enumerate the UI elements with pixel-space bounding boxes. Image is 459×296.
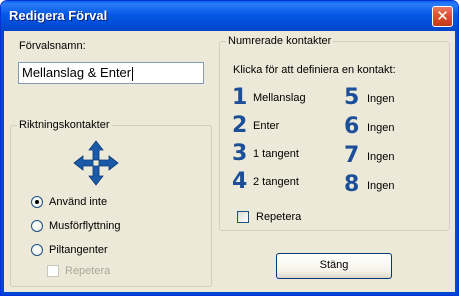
dialog-window: Redigera Förval ✕ Förvalsnamn: Mellansla… [0,0,459,296]
contact-label-4[interactable]: 2 tangent [253,176,299,188]
radio-use-none[interactable] [31,196,43,208]
text-caret [132,66,134,81]
radio-arrow-keys-label[interactable]: Piltangenter [49,244,108,256]
preset-name-label: Förvalsnamn: [19,40,86,52]
contact-label-7[interactable]: Ingen [367,151,395,163]
close-icon: ✕ [436,7,449,25]
close-button[interactable]: Stäng [276,253,392,279]
radio-mouse-move-label[interactable]: Musförflyttning [49,220,121,232]
direction-contacts-legend: Riktningskontakter [17,119,112,131]
preset-name-value: Mellanslag & Enter [22,65,132,80]
radio-arrow-keys[interactable] [31,244,43,256]
close-button-label: Stäng [319,259,349,271]
radio-use-none-label[interactable]: Använd inte [49,196,107,208]
direction-repeat-label: Repetera [65,265,111,277]
window-title: Redigera Förval [9,8,108,23]
contact-label-3[interactable]: 1 tangent [253,148,299,160]
contact-label-8[interactable]: Ingen [367,180,395,192]
contact-label-6[interactable]: Ingen [367,122,395,134]
direction-contacts-group: Riktningskontakter Använd inte Musförfly… [10,119,212,287]
numbered-repeat-checkbox[interactable] [237,211,249,223]
numbered-contacts-legend: Numrerade kontakter [226,35,334,47]
direction-repeat-checkbox[interactable] [47,265,59,277]
contact-number-1[interactable]: 1 [232,87,247,109]
contact-number-5[interactable]: 5 [344,87,359,109]
title-bar[interactable]: Redigera Förval ✕ [1,1,458,31]
numbered-instruction: Klicka för att definiera en kontakt: [233,64,396,76]
numbered-repeat-label[interactable]: Repetera [256,211,301,223]
dialog-client-area: Förvalsnamn: Mellanslag & Enter Riktning… [4,31,455,292]
preset-name-input[interactable]: Mellanslag & Enter [18,62,204,84]
contact-number-2[interactable]: 2 [232,115,247,137]
contact-number-8[interactable]: 8 [344,174,359,196]
contact-number-4[interactable]: 4 [232,171,247,193]
contact-number-7[interactable]: 7 [344,145,359,167]
contact-label-1[interactable]: Mellanslag [253,92,306,104]
radio-dot [35,200,39,204]
radio-mouse-move[interactable] [31,220,43,232]
close-window-button[interactable]: ✕ [432,6,453,27]
window-frame-right [455,31,458,295]
four-way-arrow-icon [73,140,119,186]
window-frame-bottom [1,292,458,295]
contact-number-3[interactable]: 3 [232,143,247,165]
contact-label-5[interactable]: Ingen [367,93,395,105]
contact-number-6[interactable]: 6 [344,116,359,138]
contact-label-2[interactable]: Enter [253,120,279,132]
numbered-contacts-group: Numrerade kontakter Klicka för att defin… [219,35,450,231]
